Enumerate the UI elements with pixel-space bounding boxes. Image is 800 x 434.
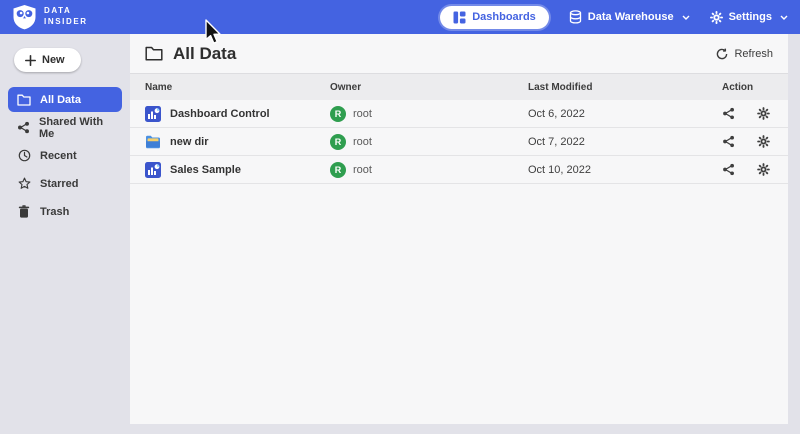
refresh-button[interactable]: Refresh: [716, 48, 773, 60]
sidebar-item-label: Recent: [40, 150, 77, 162]
data-warehouse-menu[interactable]: Data Warehouse: [569, 10, 690, 24]
folder-icon: [17, 94, 31, 106]
file-name: Sales Sample: [170, 164, 241, 176]
table-row[interactable]: Dashboard Control R root Oct 6, 2022: [130, 100, 788, 128]
dashboard-file-icon: [145, 106, 161, 122]
owner-avatar: R: [330, 106, 346, 122]
sidebar-item-recent[interactable]: Recent: [8, 143, 122, 168]
sidebar-item-shared-with-me[interactable]: Shared With Me: [8, 115, 122, 140]
refresh-label: Refresh: [734, 48, 773, 60]
owl-logo-icon: [12, 4, 37, 30]
gear-icon: [710, 11, 723, 24]
owner-name: root: [353, 164, 372, 176]
trash-icon: [17, 205, 31, 218]
sidebar-item-label: Shared With Me: [39, 116, 113, 140]
owner-avatar: R: [330, 162, 346, 178]
data-warehouse-label: Data Warehouse: [588, 11, 674, 23]
share-button[interactable]: [722, 163, 735, 176]
row-settings-button[interactable]: [757, 163, 770, 176]
chevron-down-icon: [682, 15, 690, 20]
file-name: Dashboard Control: [170, 108, 270, 120]
brand-logo: DATA INSIDER: [12, 4, 88, 30]
clock-icon: [17, 149, 31, 162]
last-modified-date: Oct 10, 2022: [528, 164, 722, 176]
owner-avatar: R: [330, 134, 346, 150]
file-name: new dir: [170, 136, 209, 148]
owner-name: root: [353, 136, 372, 148]
row-settings-button[interactable]: [757, 135, 770, 148]
main-panel: All Data Refresh Name Owner Last Modifie…: [130, 34, 788, 424]
top-navigation: Dashboards Data Warehouse: [440, 6, 788, 29]
sidebar-item-all-data[interactable]: All Data: [8, 87, 122, 112]
last-modified-date: Oct 6, 2022: [528, 108, 722, 120]
owner-name: root: [353, 108, 372, 120]
share-icon: [17, 121, 30, 134]
folder-file-icon: [145, 134, 161, 150]
panel-header: All Data Refresh: [130, 34, 788, 74]
new-button-label: New: [42, 54, 65, 66]
refresh-icon: [716, 48, 728, 60]
table-row[interactable]: Sales Sample R root Oct 10, 2022: [130, 156, 788, 184]
folder-icon: [145, 46, 163, 61]
settings-menu[interactable]: Settings: [710, 11, 788, 24]
sidebar-item-starred[interactable]: Starred: [8, 171, 122, 196]
column-header-action: Action: [722, 82, 773, 93]
dashboards-button[interactable]: Dashboards: [440, 6, 549, 29]
dashboard-file-icon: [145, 162, 161, 178]
share-button[interactable]: [722, 107, 735, 120]
row-settings-button[interactable]: [757, 107, 770, 120]
top-header: DATA INSIDER Dashboards: [0, 0, 800, 34]
column-header-last-modified: Last Modified: [528, 82, 722, 93]
plus-icon: [25, 55, 36, 66]
page-title: All Data: [173, 44, 236, 64]
column-header-name: Name: [145, 82, 330, 93]
last-modified-date: Oct 7, 2022: [528, 136, 722, 148]
table-row[interactable]: new dir R root Oct 7, 2022: [130, 128, 788, 156]
sidebar-item-label: All Data: [40, 94, 81, 106]
star-icon: [17, 177, 31, 190]
sidebar-nav: All Data Shared With Me Recent Starred: [0, 87, 130, 224]
brand-name: DATA INSIDER: [44, 6, 88, 28]
dashboards-label: Dashboards: [472, 11, 536, 23]
settings-label: Settings: [729, 11, 772, 23]
table-header-row: Name Owner Last Modified Action: [130, 74, 788, 100]
sidebar-item-label: Starred: [40, 178, 79, 190]
database-icon: [569, 10, 582, 24]
chevron-down-icon: [780, 15, 788, 20]
sidebar: New All Data Shared With Me Recent: [0, 34, 130, 424]
sidebar-item-label: Trash: [40, 206, 69, 218]
share-button[interactable]: [722, 135, 735, 148]
new-button[interactable]: New: [14, 48, 81, 72]
sidebar-item-trash[interactable]: Trash: [8, 199, 122, 224]
dashboard-icon: [453, 11, 466, 24]
column-header-owner: Owner: [330, 82, 528, 93]
